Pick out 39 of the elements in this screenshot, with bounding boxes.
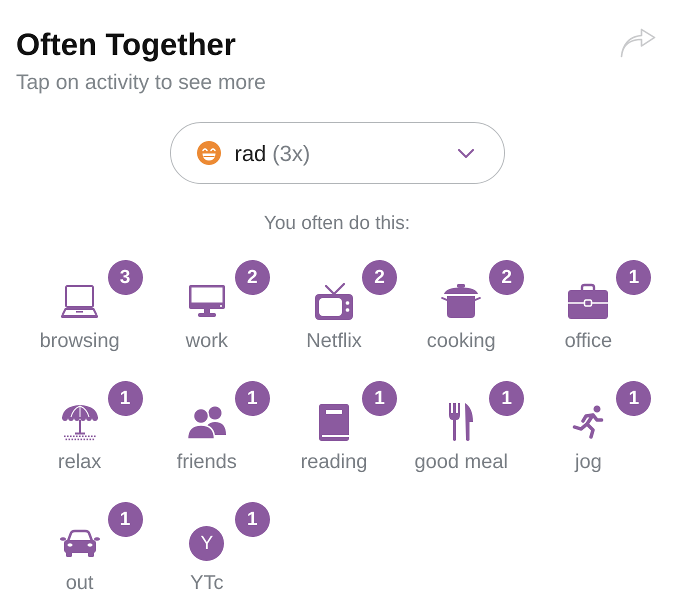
- book-icon: [318, 404, 349, 440]
- activity-button[interactable]: relax: [58, 381, 102, 474]
- count-badge: 1: [108, 502, 143, 537]
- fork-knife-icon: [448, 402, 474, 442]
- activity-button[interactable]: friends: [176, 381, 237, 474]
- activity-button[interactable]: Y YTc: [189, 502, 224, 595]
- share-icon[interactable]: [620, 28, 656, 58]
- section-title: You often do this:: [262, 212, 412, 236]
- two-people-icon: [186, 405, 227, 439]
- activity-button[interactable]: office: [564, 260, 612, 353]
- runner-icon: [572, 405, 604, 439]
- activity-button[interactable]: Netflix: [306, 260, 362, 353]
- count-badge: 1: [108, 381, 143, 416]
- title: Often Together: [16, 26, 237, 64]
- briefcase-icon: [568, 283, 608, 319]
- count-badge: 1: [489, 381, 524, 416]
- count-badge: 1: [616, 381, 652, 416]
- count-badge: 1: [616, 260, 652, 295]
- monitor-icon: [188, 285, 225, 317]
- count-badge: 3: [108, 260, 143, 295]
- letter-avatar: Y: [189, 526, 224, 560]
- count-badge: 1: [234, 381, 270, 416]
- count-badge: 2: [234, 260, 270, 295]
- activity-button[interactable]: jog: [572, 381, 604, 474]
- tv-icon: [314, 282, 353, 320]
- laptop-icon: [61, 284, 98, 318]
- mood-dropdown[interactable]: rad (3x): [170, 122, 504, 184]
- grinning-face-icon: [196, 141, 220, 165]
- count-badge: 2: [362, 260, 397, 295]
- cooking-pot-icon: [441, 284, 482, 318]
- beach-umbrella-icon: [60, 403, 100, 441]
- subtitle: Tap on activity to see more: [16, 70, 266, 96]
- chevron-down-icon: [458, 148, 474, 158]
- car-icon: [60, 529, 100, 557]
- count-badge: 1: [362, 381, 397, 416]
- count-badge: 1: [234, 502, 270, 537]
- activity-button[interactable]: out: [60, 502, 100, 595]
- count-badge: 2: [489, 260, 524, 295]
- activity-button[interactable]: work: [186, 260, 228, 353]
